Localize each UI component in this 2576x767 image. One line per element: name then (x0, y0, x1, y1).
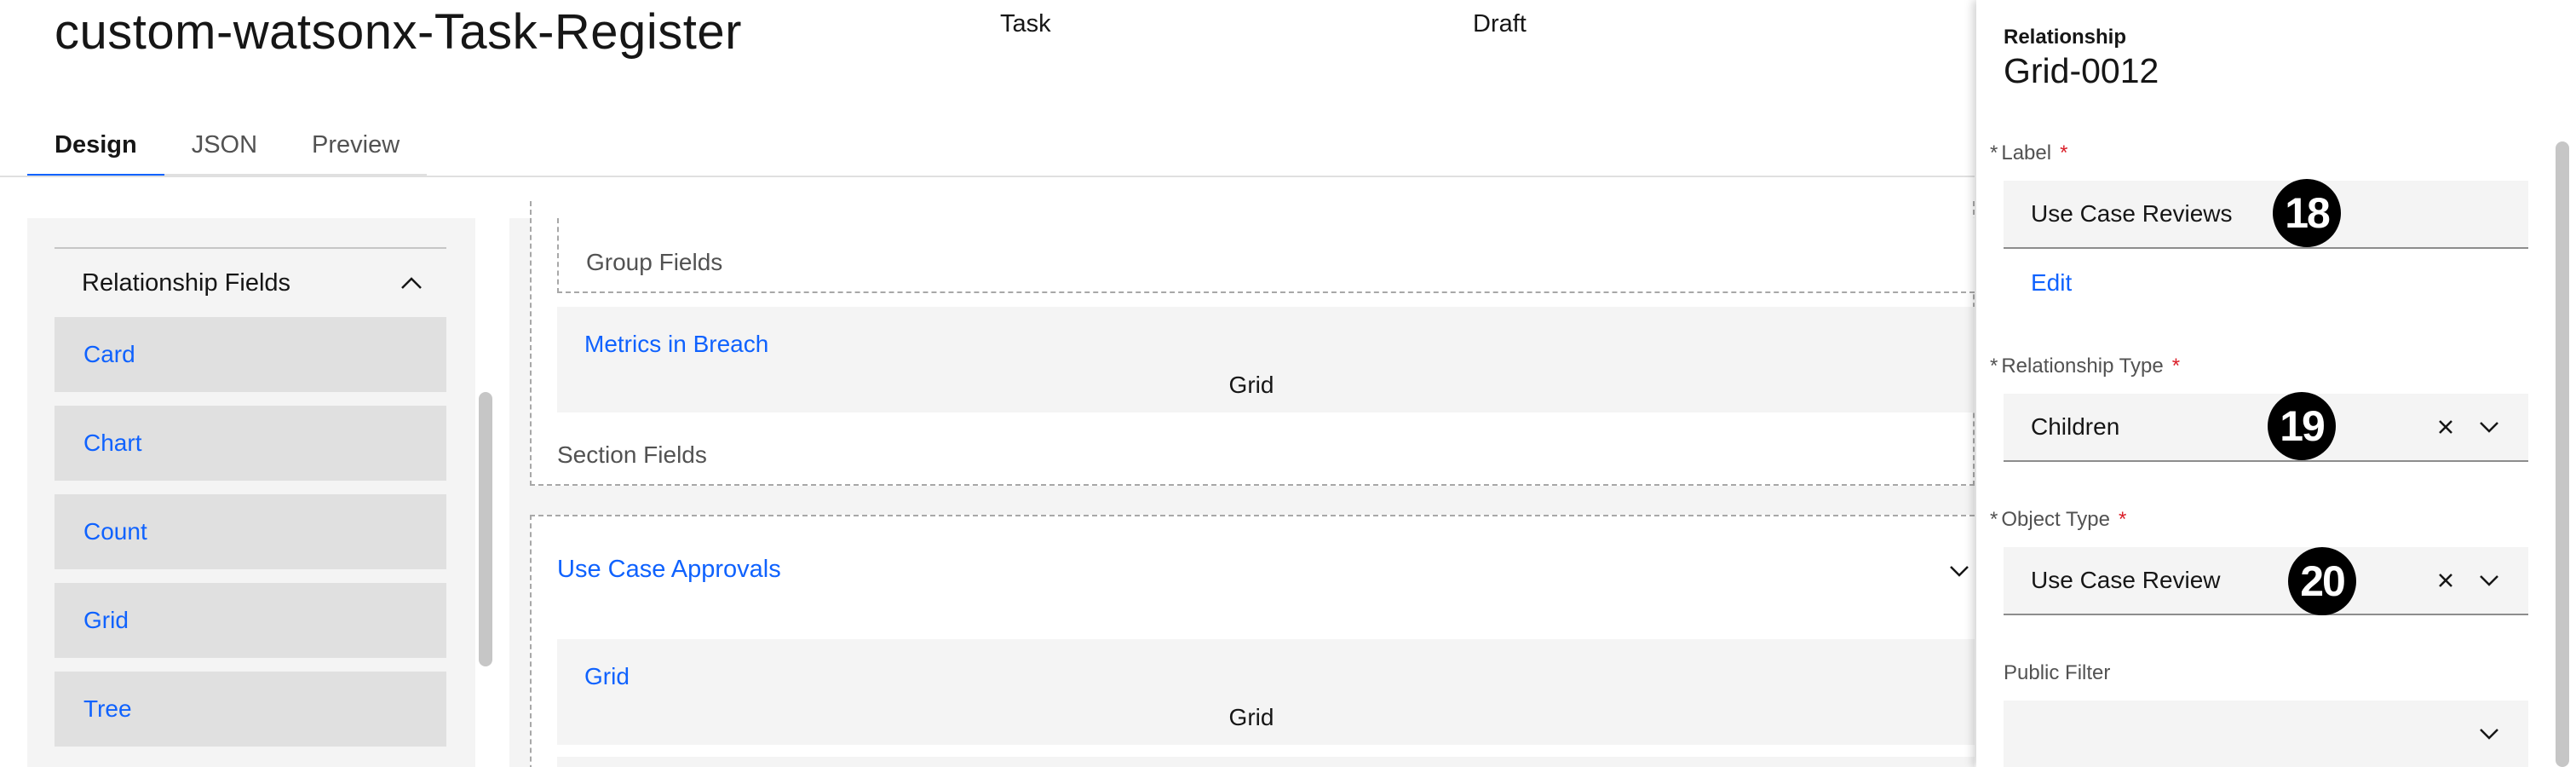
chevron-down-icon[interactable] (2479, 547, 2499, 614)
relationship-type-select[interactable]: Children (2004, 394, 2528, 462)
required-asterisk: * (1990, 141, 1998, 164)
public-filter-label: Public Filter (2004, 661, 2111, 684)
chevron-down-icon[interactable] (2479, 394, 2499, 460)
palette-scrollbar[interactable] (479, 392, 492, 666)
close-icon[interactable] (2436, 547, 2455, 614)
chevron-down-icon[interactable] (1947, 559, 1971, 583)
section-title[interactable]: Use Case Approvals (557, 556, 781, 584)
form-type-label: Task (1000, 10, 1051, 37)
palette-section-header[interactable]: Relationship Fields (55, 268, 446, 298)
palette-item-count[interactable]: Count (55, 494, 446, 569)
palette-section-title: Relationship Fields (82, 268, 291, 297)
field-card-partial[interactable] (557, 757, 1975, 767)
header-divider (0, 176, 1975, 177)
label-input[interactable]: Use Case Reviews (2004, 181, 2528, 249)
designer-tabs: Design JSON Preview (27, 119, 428, 177)
close-icon[interactable] (2436, 394, 2455, 460)
required-asterisk: * (2171, 355, 2181, 378)
panel-kicker: Relationship (2004, 26, 2127, 49)
public-filter-select[interactable] (2004, 701, 2528, 767)
palette-item-card[interactable]: Card (55, 317, 446, 392)
section-fields-label: Section Fields (557, 441, 707, 468)
step-marker-badge: 19 (2268, 392, 2336, 460)
object-type-select[interactable]: Use Case Review (2004, 547, 2528, 615)
required-asterisk: * (2060, 141, 2068, 164)
panel-title: Grid-0012 (2004, 51, 2159, 90)
label-input-value: Use Case Reviews (2031, 200, 2233, 227)
palette-item-grid[interactable]: Grid (55, 583, 446, 658)
relationship-type-text: Relationship Type (2001, 355, 2164, 378)
field-card-type: Grid (1228, 704, 1274, 730)
required-asterisk: * (1990, 355, 1998, 378)
group-fields-dropzone[interactable] (557, 218, 1975, 293)
field-card-title[interactable]: Metrics in Breach (584, 331, 768, 358)
chevron-up-icon[interactable] (400, 276, 446, 290)
page-title: custom-watsonx-Task-Register (55, 4, 742, 60)
label-field-text: Label (2001, 141, 2052, 164)
step-marker-badge: 18 (2273, 179, 2341, 247)
field-card-type: Grid (1228, 372, 1274, 398)
edit-label-link[interactable]: Edit (2031, 269, 2072, 297)
object-type-text: Object Type (2001, 508, 2110, 531)
palette-divider (55, 247, 446, 249)
label-field-label: * Label * (1990, 141, 2067, 165)
required-asterisk: * (2118, 508, 2127, 531)
relationship-type-label: * Relationship Type * (1990, 355, 2180, 378)
required-asterisk: * (1990, 508, 1998, 531)
palette-item-tree[interactable]: Tree (55, 672, 446, 747)
form-designer-page: custom-watsonx-Task-Register Task Draft … (0, 0, 2576, 767)
object-type-value: Use Case Review (2031, 567, 2221, 593)
step-marker-badge: 20 (2288, 547, 2356, 615)
group-fields-label: Group Fields (586, 249, 723, 275)
relationship-type-value: Children (2031, 413, 2120, 440)
form-status-label: Draft (1473, 10, 1527, 37)
panel-scrollbar[interactable] (2556, 141, 2569, 767)
palette-item-chart[interactable]: Chart (55, 406, 446, 481)
properties-panel: Relationship Grid-0012 * Label * Use Case … (1976, 0, 2576, 767)
field-card-grid[interactable]: Grid Grid (557, 639, 1975, 745)
tab-design[interactable]: Design (27, 119, 164, 177)
tab-preview[interactable]: Preview (285, 119, 428, 177)
object-type-label: * Object Type * (1990, 508, 2126, 532)
chevron-down-icon[interactable] (2479, 701, 2499, 767)
field-card-metrics[interactable]: Metrics in Breach Grid (557, 307, 1975, 412)
tab-json[interactable]: JSON (164, 119, 285, 177)
field-card-title[interactable]: Grid (584, 663, 630, 690)
